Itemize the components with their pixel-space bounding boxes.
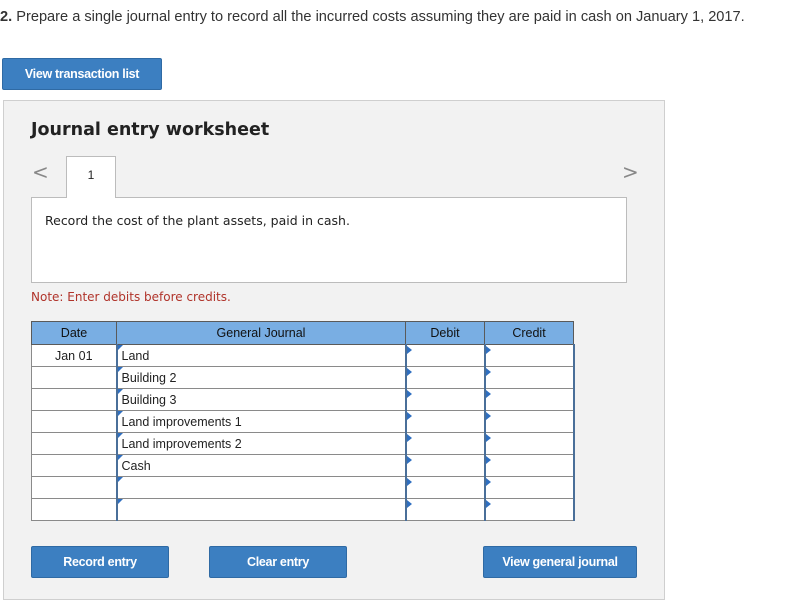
account-cell[interactable]: Land (115, 344, 407, 367)
input-marker-icon (485, 434, 491, 442)
table-row: Land improvements 2 (31, 432, 575, 455)
input-marker-icon (485, 478, 491, 486)
debit-header: Debit (405, 321, 485, 345)
input-marker-icon (406, 434, 412, 442)
debit-cell[interactable] (404, 476, 486, 499)
general-journal-header: General Journal (116, 321, 406, 345)
date-cell[interactable] (31, 432, 117, 455)
question-text: 2. Prepare a single journal entry to rec… (0, 9, 745, 25)
credit-cell[interactable] (483, 366, 575, 389)
date-cell[interactable] (31, 454, 117, 477)
dropdown-marker-icon (117, 389, 123, 394)
input-marker-icon (485, 456, 491, 464)
input-marker-icon (406, 412, 412, 420)
credit-cell[interactable] (483, 476, 575, 499)
date-cell[interactable] (31, 410, 117, 433)
record-entry-button[interactable]: Record entry (31, 546, 169, 578)
account-cell[interactable]: Cash (115, 454, 407, 477)
instruction-text: Record the cost of the plant assets, pai… (45, 213, 350, 228)
input-marker-icon (406, 478, 412, 486)
tab-label: 1 (87, 168, 95, 182)
account-cell[interactable] (115, 476, 407, 499)
credit-cell[interactable] (483, 454, 575, 477)
instruction-box: Record the cost of the plant assets, pai… (31, 197, 627, 283)
chevron-left-icon[interactable]: < (32, 160, 49, 184)
dropdown-marker-icon (117, 433, 123, 438)
input-marker-icon (485, 500, 491, 508)
table-row (31, 476, 575, 499)
debit-cell[interactable] (404, 344, 486, 367)
credit-cell[interactable] (483, 498, 575, 521)
table-row: Cash (31, 454, 575, 477)
table-row (31, 498, 575, 521)
debit-cell[interactable] (404, 432, 486, 455)
account-cell[interactable]: Land improvements 2 (115, 432, 407, 455)
table-header-row: Date General Journal Debit Credit (31, 321, 574, 345)
dropdown-marker-icon (117, 455, 123, 460)
debit-cell[interactable] (404, 498, 486, 521)
dropdown-marker-icon (117, 411, 123, 416)
account-cell[interactable] (115, 498, 407, 521)
account-cell[interactable]: Building 2 (115, 366, 407, 389)
date-cell[interactable] (31, 498, 117, 521)
tab-1[interactable]: 1 (66, 156, 116, 198)
debit-cell[interactable] (404, 388, 486, 411)
account-name: Cash (121, 458, 151, 473)
note-text: Note: Enter debits before credits. (31, 290, 231, 304)
input-marker-icon (406, 390, 412, 398)
clear-entry-button[interactable]: Clear entry (209, 546, 347, 578)
table-row: Jan 01 Land (31, 344, 575, 367)
question-body: Prepare a single journal entry to record… (16, 9, 745, 25)
input-marker-icon (406, 368, 412, 376)
credit-cell[interactable] (483, 432, 575, 455)
chevron-right-icon[interactable]: > (622, 160, 639, 184)
view-transaction-list-button[interactable]: View transaction list (2, 58, 162, 90)
input-marker-icon (485, 346, 491, 354)
input-marker-icon (406, 456, 412, 464)
input-marker-icon (406, 346, 412, 354)
input-marker-icon (485, 412, 491, 420)
account-name: Land improvements 1 (121, 414, 242, 429)
dropdown-marker-icon (117, 499, 123, 504)
table-row: Land improvements 1 (31, 410, 575, 433)
account-name: Land (121, 348, 150, 363)
dropdown-marker-icon (117, 477, 123, 482)
input-marker-icon (485, 368, 491, 376)
credit-cell[interactable] (483, 344, 575, 367)
debit-cell[interactable] (404, 366, 486, 389)
input-marker-icon (485, 390, 491, 398)
worksheet-title: Journal entry worksheet (31, 120, 270, 140)
credit-cell[interactable] (483, 410, 575, 433)
account-cell[interactable]: Land improvements 1 (115, 410, 407, 433)
credit-cell[interactable] (483, 388, 575, 411)
question-number: 2. (0, 9, 13, 25)
account-name: Land improvements 2 (121, 436, 242, 451)
journal-table: Date General Journal Debit Credit Jan 01… (31, 321, 575, 521)
debit-cell[interactable] (404, 410, 486, 433)
account-name: Building 2 (121, 370, 177, 385)
date-cell[interactable] (31, 476, 117, 499)
account-cell[interactable]: Building 3 (115, 388, 407, 411)
debit-cell[interactable] (404, 454, 486, 477)
dropdown-marker-icon (117, 345, 123, 350)
date-header: Date (31, 321, 117, 345)
table-row: Building 2 (31, 366, 575, 389)
dropdown-marker-icon (117, 367, 123, 372)
view-general-journal-button[interactable]: View general journal (483, 546, 637, 578)
credit-header: Credit (484, 321, 574, 345)
input-marker-icon (406, 500, 412, 508)
account-name: Building 3 (121, 392, 177, 407)
date-cell[interactable]: Jan 01 (31, 344, 117, 367)
date-cell[interactable] (31, 366, 117, 389)
date-cell[interactable] (31, 388, 117, 411)
table-row: Building 3 (31, 388, 575, 411)
